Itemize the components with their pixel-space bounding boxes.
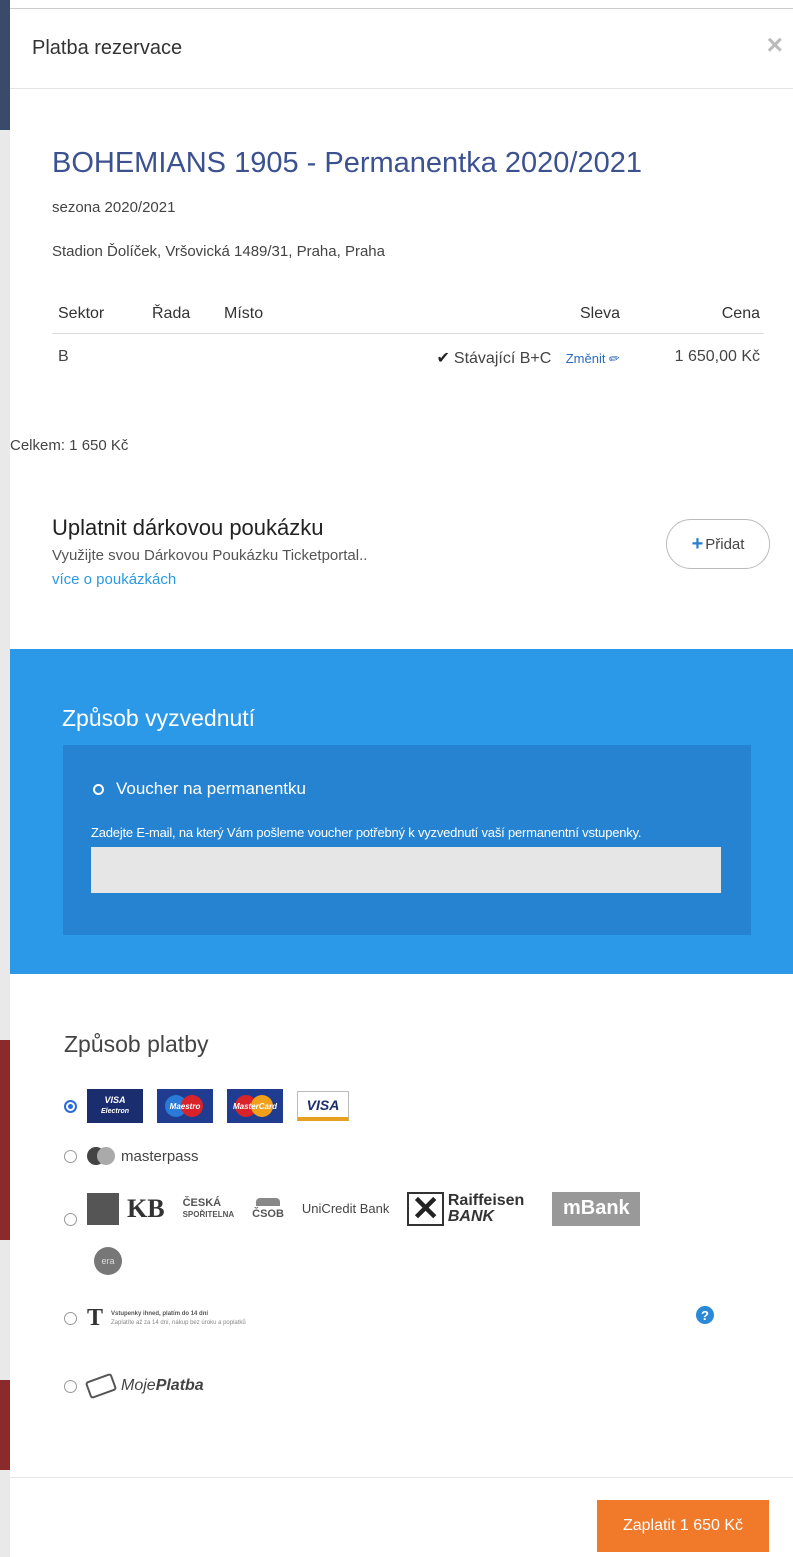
payment-option-banks[interactable]: KB ČESKÁ SPOŘITELNA ČSOB UniCredit Bank … [64, 1191, 641, 1226]
pickup-options-box: Voucher na permanentku Zadejte E-mail, n… [63, 745, 751, 935]
installments-line2: Zaplatíte až za 14 dní, nákup bez úroku … [111, 1319, 246, 1326]
radio-unselected[interactable] [64, 1379, 77, 1393]
pickup-option-voucher[interactable]: Voucher na permanentku [93, 779, 306, 799]
cell-misto [224, 334, 334, 383]
csob-text: ČSOB [252, 1207, 284, 1220]
twisto-logo: T [87, 1305, 104, 1331]
installments-line1: Vstupenky ihned, platím do 14 dní [111, 1310, 209, 1317]
unicredit-logo: UniCredit Bank [302, 1201, 389, 1216]
bank-logos: KB ČESKÁ SPOŘITELNA ČSOB UniCredit Bank … [87, 1191, 641, 1226]
modal-title: Platba rezervace [32, 37, 183, 59]
visa-electron-bottom-text: Electron [100, 1108, 129, 1115]
raiffeisen-text: Raiffeisen BANK [447, 1191, 525, 1225]
ceska-sporitelna-line2: SPOŘITELNA [182, 1209, 235, 1219]
era-logo: era [94, 1247, 122, 1275]
pencil-icon: ✏ [607, 350, 622, 367]
voucher-description: Využijte svou Dárkovou Poukázku Ticketpo… [52, 547, 368, 564]
tag-icon [84, 1372, 118, 1400]
table-row: B ✔ Stávající B+C Změnit ✏ 1 650,00 Kč [52, 334, 764, 383]
csob-mark [256, 1197, 281, 1206]
check-icon: ✔ [436, 350, 450, 367]
raiffeisen-line2: BANK [447, 1207, 495, 1225]
payment-modal: Platba rezervace × BOHEMIANS 1905 - Perm… [10, 8, 793, 1557]
kb-text: KB [127, 1193, 165, 1223]
close-icon[interactable]: × [767, 31, 783, 59]
maestro-text: Maestro [169, 1101, 201, 1111]
background-page-strip [0, 0, 10, 1557]
kb-logo: KB [87, 1192, 165, 1225]
radio-unselected[interactable] [64, 1312, 77, 1325]
event-venue: Stadion Ďolíček, Vršovická 1489/31, Prah… [52, 243, 385, 260]
payment-option-mojeplatba[interactable]: Moje Platba [64, 1372, 204, 1400]
raiffeisen-logo: ✕ Raiffeisen BANK [407, 1191, 525, 1226]
masterpass-circle [97, 1147, 115, 1165]
payment-title: Způsob platby [64, 1031, 209, 1057]
payment-option-cards[interactable]: VISA Electron Maestro MasterCard VISA [64, 1089, 363, 1123]
event-season: sezona 2020/2021 [52, 199, 176, 216]
add-voucher-button[interactable]: + Přidat [666, 519, 770, 569]
ceska-sporitelna-line1: ČESKÁ [182, 1196, 222, 1209]
background-strip-segment [0, 1380, 10, 1470]
background-strip-segment [0, 0, 10, 130]
cell-cena: 1 650,00 Kč [674, 348, 760, 365]
cell-rada [152, 334, 224, 383]
header-sleva: Sleva [334, 299, 628, 334]
pay-button[interactable]: Zaplatit 1 650 Kč [597, 1500, 769, 1552]
unicredit-text: UniCredit Bank [301, 1201, 390, 1216]
pickup-option-label: Voucher na permanentku [116, 779, 306, 798]
masterpass-text: masterpass [121, 1147, 199, 1165]
mbank-logo: mBank [552, 1191, 641, 1226]
mojeplatba-text-b: Platba [155, 1377, 204, 1394]
header-cena: Cena [628, 299, 764, 334]
modal-header: Platba rezervace × [10, 9, 793, 89]
seat-table: Sektor Řada Místo Sleva Cena B ✔ Stávajíc… [52, 299, 764, 382]
raiffeisen-line1: Raiffeisen [447, 1191, 525, 1209]
csob-logo: ČSOB [252, 1197, 284, 1220]
total-price: Celkem: 1 650 Kč [10, 437, 129, 454]
table-header-row: Sektor Řada Místo Sleva Cena [52, 299, 764, 334]
pickup-title: Způsob vyzvednutí [62, 705, 256, 731]
change-discount-label: Změnit [565, 351, 606, 366]
background-strip-segment [0, 1040, 10, 1240]
cell-sleva: ✔ Stávající B+C Změnit ✏ [334, 334, 628, 383]
visa-electron-top-text: VISA [104, 1095, 126, 1105]
add-voucher-label: Přidat [705, 535, 745, 553]
voucher-title: Uplatnit dárkovou poukázku [52, 515, 324, 540]
payment-option-installments[interactable]: T Vstupenky ihned, platím do 14 dní Zapl… [64, 1305, 246, 1332]
visa-logo: VISA [297, 1091, 349, 1121]
mojeplatba-logo: Moje Platba [84, 1372, 204, 1400]
event-title: BOHEMIANS 1905 - Permanentka 2020/2021 [52, 147, 642, 179]
radio-unselected[interactable] [64, 1213, 77, 1226]
mastercard-text: MasterCard [232, 1101, 277, 1111]
visa-electron-logo: VISA Electron [87, 1089, 143, 1123]
header-sektor: Sektor [52, 299, 152, 334]
maestro-logo: Maestro [157, 1089, 213, 1123]
radio-icon[interactable] [93, 783, 104, 795]
change-discount-link[interactable]: Změnit ✏ [565, 350, 622, 367]
modal-footer: Zaplatit 1 650 Kč [10, 1477, 793, 1557]
cell-sektor: B [58, 348, 69, 365]
radio-unselected[interactable] [64, 1149, 77, 1163]
kb-box [87, 1192, 119, 1225]
voucher-info-link[interactable]: více o poukázkách [52, 571, 176, 588]
pickup-email-input[interactable] [91, 847, 721, 893]
radio-selected[interactable] [64, 1099, 77, 1113]
mastercard-logo: MasterCard [227, 1089, 283, 1123]
discount-label: Stávající B+C [453, 350, 552, 367]
pickup-section: Způsob vyzvednutí Voucher na permanentku… [10, 649, 793, 974]
help-icon[interactable]: ? [696, 1306, 714, 1324]
payment-option-masterpass[interactable]: masterpass [64, 1147, 199, 1165]
mojeplatba-text-a: Moje [121, 1377, 156, 1394]
installments-text: Vstupenky ihned, platím do 14 dní Zaplat… [111, 1310, 246, 1328]
ceska-sporitelna-logo: ČESKÁ SPOŘITELNA [182, 1196, 235, 1220]
masterpass-logo: masterpass [87, 1147, 199, 1165]
raiffeisen-icon: ✕ [407, 1191, 444, 1226]
plus-icon: + [691, 532, 704, 555]
header-rada: Řada [152, 299, 224, 334]
pickup-email-hint: Zadejte E-mail, na který Vám pošleme vou… [91, 825, 642, 840]
header-misto: Místo [224, 299, 334, 334]
